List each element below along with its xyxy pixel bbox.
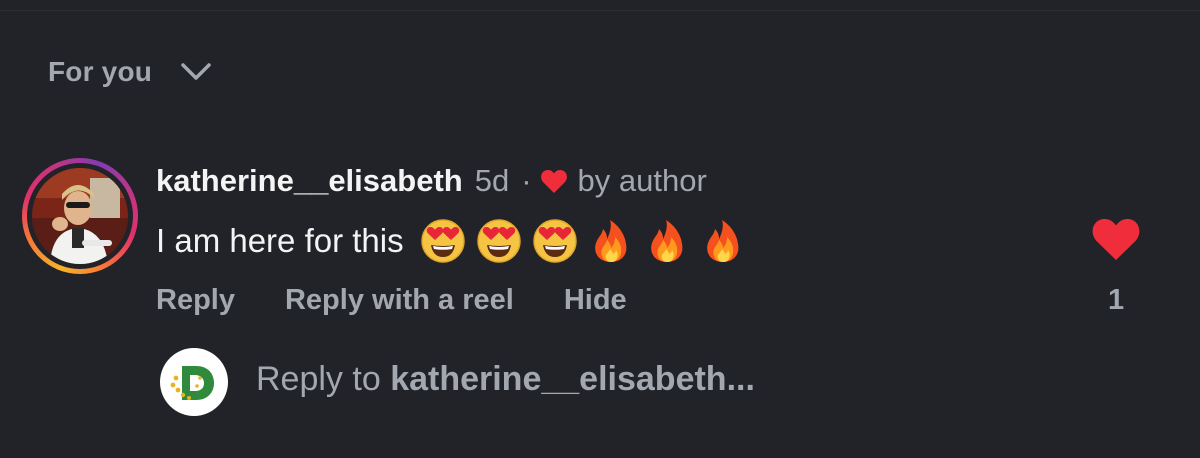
heart-icon (540, 169, 567, 193)
liked-by-author-label: by author (577, 163, 707, 198)
comment-text: I am here for this (156, 222, 404, 259)
heart-eyes-emoji-icon (420, 219, 465, 263)
heart-eyes-emoji-icon (476, 219, 521, 263)
like-count[interactable]: 1 (1108, 284, 1124, 317)
comment-body: I am here for this (156, 218, 756, 264)
heart-eyes-emoji-icon (532, 219, 577, 263)
separator-dot: · (521, 163, 532, 198)
comment-header: katherine__elisabeth 5d · by author (156, 163, 707, 199)
story-ring[interactable] (22, 158, 138, 274)
reply-placeholder-username: katherine__elisabeth... (390, 360, 755, 398)
reply-placeholder-prefix: Reply to (256, 360, 391, 398)
avatar-image (32, 168, 128, 264)
hide-button[interactable]: Hide (564, 284, 627, 317)
like-heart-icon[interactable] (1091, 216, 1141, 262)
reply-input[interactable]: Reply to katherine__elisabeth... (256, 360, 755, 399)
fire-emoji-icon (650, 220, 682, 262)
fire-emoji-icon (706, 220, 738, 262)
reply-button[interactable]: Reply (156, 284, 235, 317)
fire-emoji-icon (594, 220, 626, 262)
comment-actions: Reply Reply with a reel Hide (156, 284, 627, 317)
current-user-avatar (160, 348, 228, 416)
comment-time: 5d (474, 163, 510, 198)
brand-logo-icon (170, 366, 214, 400)
comment-username[interactable]: katherine__elisabeth (156, 163, 463, 199)
reply-with-reel-button[interactable]: Reply with a reel (285, 284, 514, 317)
avatar (32, 168, 128, 264)
